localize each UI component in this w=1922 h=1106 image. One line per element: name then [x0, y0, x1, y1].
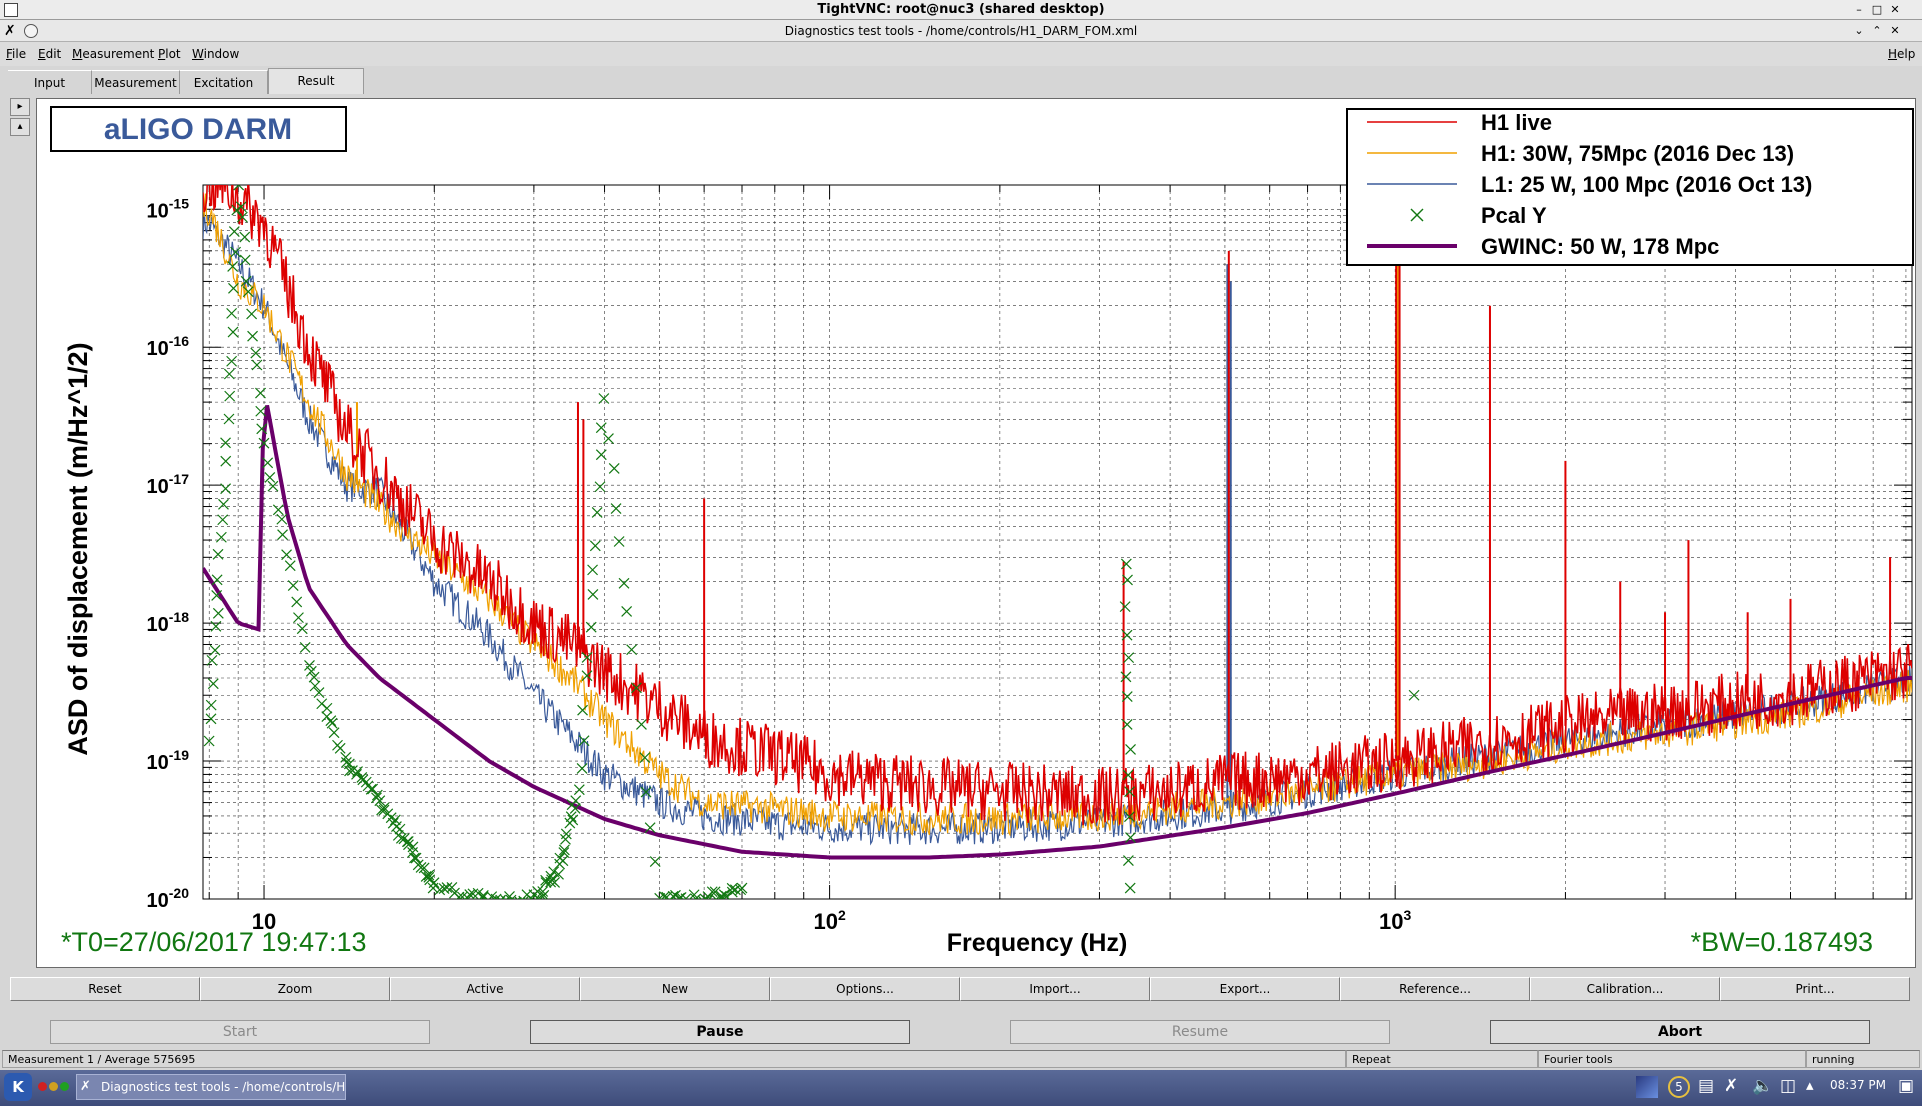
print-button[interactable]: Print... [1720, 977, 1910, 1001]
menu-file[interactable]: File [6, 47, 26, 61]
reset-button[interactable]: Reset [10, 977, 200, 1001]
legend: H1 live H1: 30W, 75Mpc (2016 Dec 13) L1: 2… [1346, 108, 1914, 266]
menu-help[interactable]: Help [1888, 47, 1915, 61]
menu-window[interactable]: Window [192, 47, 239, 61]
legend-label: H1 live [1481, 110, 1552, 135]
clipboard-icon[interactable]: ▤ [1698, 1076, 1714, 1096]
start-button[interactable]: Start [50, 1020, 430, 1044]
y-tick-label: 10-19 [147, 747, 190, 774]
taskbar-item-diagnostics[interactable]: Diagnostics test tools - /home/controls/… [76, 1074, 346, 1100]
active-button[interactable]: Active [390, 977, 580, 1001]
yellow-dot-icon[interactable] [49, 1082, 58, 1091]
vnc-window-title: TightVNC: root@nuc3 (shared desktop) [817, 2, 1105, 17]
menu-edit[interactable]: Edit [38, 47, 61, 61]
t0-label: *T0=27/06/2017 19:47:13 [61, 927, 367, 957]
show-desktop-icon[interactable]: ▣ [1898, 1076, 1914, 1096]
minimize-icon[interactable]: – [1852, 3, 1866, 17]
legend-label: GWINC: 50 W, 178 Mpc [1481, 234, 1719, 259]
pcal-marker [663, 898, 674, 899]
plot-area[interactable]: 10 102 103 10-15 10-16 10-17 10-18 10-19 10-20 a… [36, 98, 1916, 968]
tools-icon[interactable]: ✗ [1724, 1076, 1738, 1096]
pause-button[interactable]: Pause [530, 1020, 910, 1044]
tab-measurement[interactable]: Measurement [92, 70, 180, 94]
expand-up-icon[interactable]: ▴ [10, 118, 30, 136]
status-measurement: Measurement 1 / Average 575695 [2, 1050, 1346, 1068]
network-icon[interactable]: ◫ [1780, 1076, 1796, 1096]
status-repeat: Repeat [1346, 1050, 1538, 1068]
y-tick-label: 10-17 [147, 471, 190, 498]
menu-measurement[interactable]: Measurement [72, 47, 154, 61]
x-tick-label: 103 [1379, 907, 1411, 934]
kde-menu-icon[interactable]: K [4, 1073, 32, 1101]
app-minimize-icon[interactable]: ⌄ [1852, 24, 1866, 38]
tab-input[interactable]: Input [8, 70, 92, 94]
tab-result[interactable]: Result [268, 68, 364, 94]
maximize-icon[interactable]: □ [1870, 3, 1884, 17]
import-button[interactable]: Import... [960, 977, 1150, 1001]
options-button[interactable]: Options... [770, 977, 960, 1001]
menubar [0, 42, 1922, 66]
export-button[interactable]: Export... [1150, 977, 1340, 1001]
tray-arrow-icon[interactable]: ▴ [1806, 1076, 1814, 1094]
y-tick-label: 10-18 [147, 609, 190, 636]
y-tick-label: 10-15 [147, 195, 190, 222]
legend-label: L1: 25 W, 100 Mpc (2016 Oct 13) [1481, 172, 1812, 197]
new-button[interactable]: New [580, 977, 770, 1001]
menu-plot[interactable]: Plot [158, 47, 181, 61]
app-window-title: Diagnostics test tools - /home/controls/… [784, 24, 1138, 38]
pcal-marker [684, 898, 695, 899]
expand-right-icon[interactable]: ▸ [10, 98, 30, 116]
volume-icon[interactable]: 🔈 [1752, 1076, 1773, 1096]
green-dot-icon[interactable] [60, 1082, 69, 1091]
status-tool: Fourier tools [1538, 1050, 1806, 1068]
red-dot-icon[interactable] [38, 1082, 47, 1091]
calibration-button[interactable]: Calibration... [1530, 977, 1720, 1001]
abort-button[interactable]: Abort [1490, 1020, 1870, 1044]
zoom-button[interactable]: Zoom [200, 977, 390, 1001]
clock: 08:37 PM [1830, 1078, 1886, 1092]
legend-label: Pcal Y [1481, 203, 1547, 228]
y-tick-label: 10-16 [147, 333, 190, 360]
status-state: running [1806, 1050, 1920, 1068]
task-x-icon: ✗ [80, 1079, 91, 1094]
desktop-pager-icon[interactable] [1636, 1076, 1658, 1098]
x-axis-label: Frequency (Hz) [947, 929, 1128, 957]
darm-plot: 10 102 10310-1510-1610-1710-1810-1910-20 a… [50, 106, 1914, 957]
legend-label: H1: 30W, 75Mpc (2016 Dec 13) [1481, 141, 1794, 166]
y-tick-label: 10-20 [147, 885, 190, 912]
app-close-icon[interactable]: ✕ [1888, 24, 1902, 38]
reference-button[interactable]: Reference... [1340, 977, 1530, 1001]
close-icon[interactable]: ✕ [1888, 3, 1902, 17]
resume-button[interactable]: Resume [1010, 1020, 1390, 1044]
bandwidth-label: *BW=0.187493 [1691, 927, 1873, 957]
app-maximize-icon[interactable]: ⌃ [1870, 24, 1884, 38]
tab-excitation[interactable]: Excitation [180, 70, 268, 94]
updates-icon[interactable]: 5 [1668, 1076, 1690, 1098]
x-tick-label: 102 [813, 907, 845, 934]
y-axis-label: ASD of displacement (m/Hz^1/2) [63, 342, 93, 755]
plot-title: aLIGO DARM [104, 113, 292, 146]
